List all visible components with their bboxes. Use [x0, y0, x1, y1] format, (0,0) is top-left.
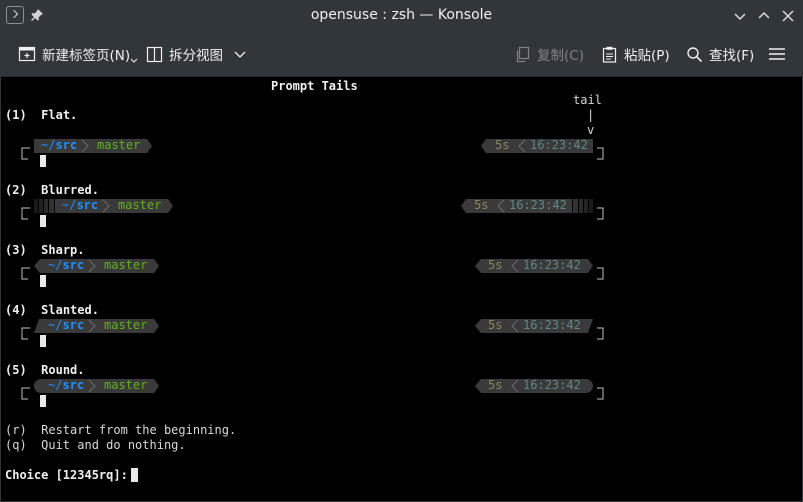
paste-button[interactable]: 粘贴(P) — [601, 43, 670, 65]
paste-icon — [602, 46, 617, 63]
duration-label-2: 5s — [474, 198, 489, 212]
split-view-button[interactable]: 拆分视图 — [146, 43, 247, 65]
branch-label-1: master — [97, 138, 141, 152]
maximize-button[interactable] — [754, 6, 774, 26]
split-view-label: 拆分视图 — [169, 48, 223, 64]
left-prompt-2: ~/src — [62, 198, 99, 212]
branch-label-3: master — [104, 258, 148, 272]
duration-label-3: 5s — [488, 258, 503, 272]
option-2: (2) Blurred. — [5, 183, 99, 197]
new-tab-button[interactable]: 新建标签页(N) — [18, 43, 138, 65]
left-prompt-4: ~/src — [48, 318, 85, 332]
option-4: (4) Slanted. — [5, 303, 99, 317]
main-toolbar: 新建标签页(N) 拆分视图 复制(C) 粘贴(P) 查找(F) — [0, 32, 803, 77]
minimize-button[interactable] — [730, 6, 750, 26]
duration-label-4: 5s — [488, 318, 503, 332]
chevron-down-icon — [234, 51, 246, 58]
left-prompt-5: ~/src — [48, 378, 85, 392]
time-label-3: 16:23:42 — [523, 258, 581, 272]
restart-option: (r) Restart from the beginning. — [5, 423, 237, 437]
new-tab-icon — [18, 46, 36, 62]
terminal-scrollbar[interactable] — [793, 77, 801, 501]
copy-button[interactable]: 复制(C) — [514, 43, 584, 65]
find-label: 查找(F) — [709, 48, 755, 64]
dropdown-corner-icon — [130, 58, 138, 63]
option-1: (1) Flat. — [5, 108, 78, 122]
hamburger-menu-icon — [769, 48, 785, 60]
tail-label: tail — [573, 93, 602, 107]
prompt-tails-heading: Prompt Tails — [271, 79, 358, 93]
tail-bar: | — [587, 108, 595, 122]
chevron-up-icon — [758, 11, 770, 19]
time-label-1: 16:23:42 — [530, 138, 588, 152]
duration-label-1: 5s — [495, 138, 510, 152]
terminal-view[interactable]: Prompt Tails tail | v (1) Flat. (2) Blur… — [1, 77, 802, 501]
option-3: (3) Sharp. — [5, 243, 85, 257]
tail-arrow: v — [587, 123, 595, 137]
left-prompt-3: ~/src — [48, 258, 85, 272]
left-prompt-1: ~/src — [41, 138, 78, 152]
time-label-4: 16:23:42 — [523, 318, 581, 332]
window-title: opensuse : zsh — Konsole — [310, 7, 493, 23]
new-tab-label: 新建标签页(N) — [42, 48, 131, 64]
duration-label-5: 5s — [488, 378, 503, 392]
quit-option: (q) Quit and do nothing. — [5, 438, 186, 452]
chevron-down-icon — [734, 13, 746, 21]
branch-label-5: master — [104, 378, 148, 392]
split-view-icon — [146, 46, 163, 62]
konsole-window: opensuse : zsh — Konsole 新建标签页(N) 拆分视图 复… — [0, 0, 803, 502]
choice-prompt: Choice [12345rq]: — [5, 468, 136, 482]
time-label-5: 16:23:42 — [523, 378, 581, 392]
hamburger-menu-button[interactable] — [768, 43, 786, 65]
close-button[interactable] — [778, 6, 798, 26]
branch-label-2: master — [118, 198, 162, 212]
find-button[interactable]: 查找(F) — [686, 43, 754, 65]
branch-label-4: master — [104, 318, 148, 332]
option-5: (5) Round. — [5, 363, 85, 377]
copy-icon — [516, 46, 530, 62]
search-icon — [687, 46, 703, 62]
copy-label: 复制(C) — [537, 48, 584, 64]
close-icon — [782, 10, 794, 22]
paste-label: 粘贴(P) — [624, 48, 670, 64]
time-label-2: 16:23:42 — [509, 198, 567, 212]
title-bar[interactable]: opensuse : zsh — Konsole — [0, 0, 803, 32]
